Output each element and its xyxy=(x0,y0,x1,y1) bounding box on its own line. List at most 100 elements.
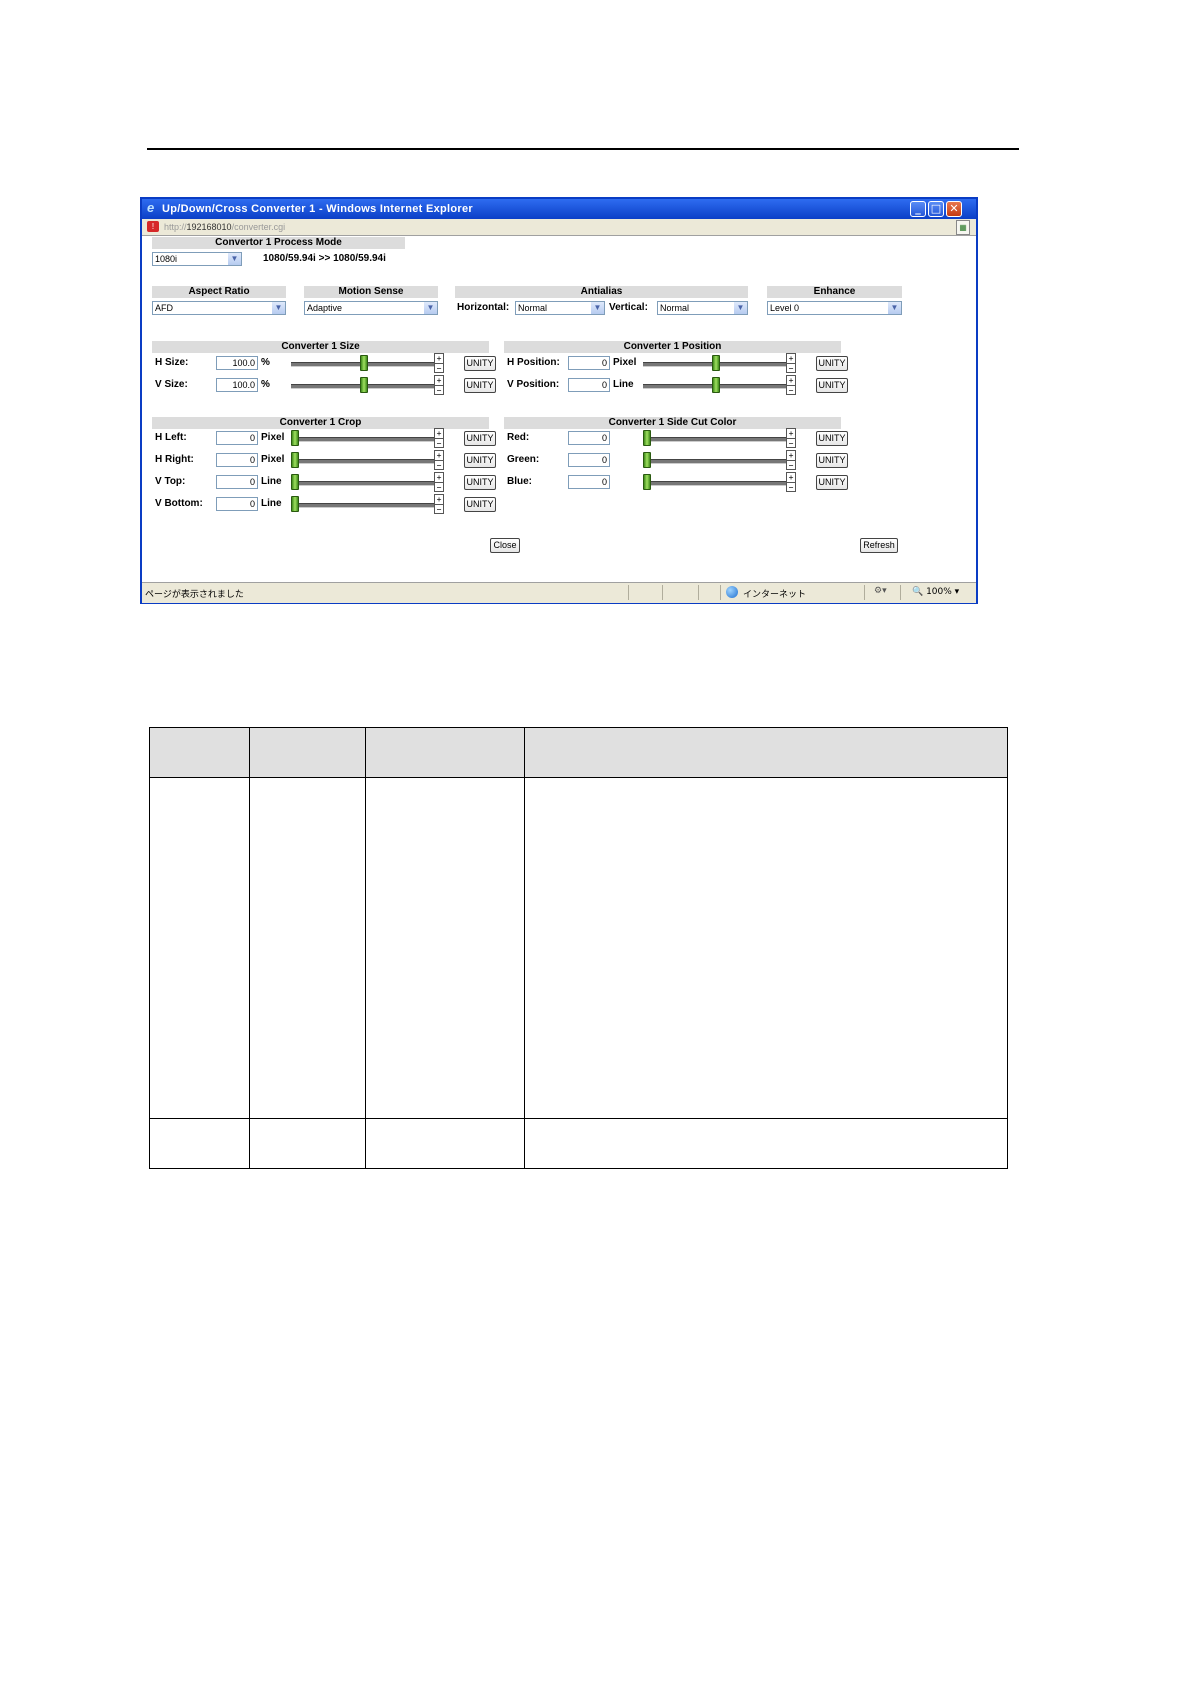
close-window-button[interactable]: ✕ xyxy=(946,201,962,217)
minus-icon[interactable]: − xyxy=(787,460,795,470)
value-input[interactable]: 0 xyxy=(568,475,610,489)
url-text[interactable]: http://192168010/converter.cgi xyxy=(164,222,285,232)
plus-icon[interactable]: + xyxy=(787,376,795,385)
value-input[interactable]: 0 xyxy=(568,356,610,370)
process-mode-info: 1080/59.94i >> 1080/59.94i xyxy=(263,253,386,264)
slider-thumb[interactable] xyxy=(643,430,651,446)
plus-icon[interactable]: + xyxy=(435,495,443,504)
motion-sense-select[interactable]: Adaptive ▼ xyxy=(304,301,438,315)
slider-thumb[interactable] xyxy=(712,355,720,371)
minus-icon[interactable]: − xyxy=(787,438,795,448)
stepper-buttons[interactable]: + − xyxy=(434,472,444,492)
unity-button[interactable]: UNITY xyxy=(816,378,848,393)
plus-icon[interactable]: + xyxy=(787,354,795,363)
slider-thumb[interactable] xyxy=(360,377,368,393)
page-icon[interactable]: ▦ xyxy=(956,220,970,235)
plus-icon[interactable]: + xyxy=(435,354,443,363)
plus-icon[interactable]: + xyxy=(787,473,795,482)
value-input[interactable]: 0 xyxy=(568,453,610,467)
table-row xyxy=(149,777,1008,1119)
minus-icon[interactable]: − xyxy=(435,385,443,395)
slider-thumb[interactable] xyxy=(360,355,368,371)
unity-button[interactable]: UNITY xyxy=(464,453,496,468)
unity-button[interactable]: UNITY xyxy=(816,475,848,490)
slider-thumb[interactable] xyxy=(291,452,299,468)
plus-icon[interactable]: + xyxy=(435,429,443,438)
slider-thumb[interactable] xyxy=(643,452,651,468)
stepper-buttons[interactable]: + − xyxy=(786,375,796,395)
unity-button[interactable]: UNITY xyxy=(464,475,496,490)
unit-label: Line xyxy=(613,379,634,390)
plus-icon[interactable]: + xyxy=(435,451,443,460)
value-input[interactable]: 0 xyxy=(568,431,610,445)
control-label: H Size: xyxy=(155,357,189,368)
maximize-button[interactable]: □ xyxy=(928,201,944,217)
antialias-horizontal-select[interactable]: Normal ▼ xyxy=(515,301,605,315)
slider-track[interactable] xyxy=(643,481,788,486)
position-header: Converter 1 Position xyxy=(504,341,841,353)
slider-thumb[interactable] xyxy=(712,377,720,393)
value-input[interactable]: 0 xyxy=(216,453,258,467)
slider-track[interactable] xyxy=(291,481,436,486)
stepper-buttons[interactable]: + − xyxy=(434,450,444,470)
plus-icon[interactable]: + xyxy=(435,473,443,482)
unity-button[interactable]: UNITY xyxy=(464,431,496,446)
unity-button[interactable]: UNITY xyxy=(464,497,496,512)
minus-icon[interactable]: − xyxy=(435,363,443,373)
process-mode-select[interactable]: 1080i ▼ xyxy=(152,252,242,266)
slider-track[interactable] xyxy=(643,459,788,464)
aspect-ratio-select[interactable]: AFD ▼ xyxy=(152,301,286,315)
slider-thumb[interactable] xyxy=(291,430,299,446)
minimize-button[interactable]: _ xyxy=(910,201,926,217)
stepper-buttons[interactable]: + − xyxy=(434,428,444,448)
antialias-vertical-select[interactable]: Normal ▼ xyxy=(657,301,748,315)
slider-track[interactable] xyxy=(291,459,436,464)
stepper-buttons[interactable]: + − xyxy=(786,353,796,373)
status-divider xyxy=(864,585,865,600)
table-cell xyxy=(365,777,525,1119)
protected-mode-icon[interactable]: ⚙▾ xyxy=(874,586,887,596)
slider-thumb[interactable] xyxy=(291,474,299,490)
slider-thumb[interactable] xyxy=(291,496,299,512)
ie-logo-icon: e xyxy=(147,200,155,215)
table-cell xyxy=(365,1118,525,1169)
zoom-level[interactable]: 🔍 100% ▾ xyxy=(912,587,959,597)
plus-icon[interactable]: + xyxy=(787,451,795,460)
minus-icon[interactable]: − xyxy=(435,504,443,514)
stepper-buttons[interactable]: + − xyxy=(786,472,796,492)
value-input[interactable]: 0 xyxy=(216,475,258,489)
stepper-buttons[interactable]: + − xyxy=(786,428,796,448)
unity-button[interactable]: UNITY xyxy=(464,356,496,371)
slider-thumb[interactable] xyxy=(643,474,651,490)
title-bar[interactable]: e Up/Down/Cross Converter 1 - Windows In… xyxy=(142,199,976,219)
plus-icon[interactable]: + xyxy=(787,429,795,438)
unity-button[interactable]: UNITY xyxy=(816,356,848,371)
stepper-buttons[interactable]: + − xyxy=(786,450,796,470)
enhance-select[interactable]: Level 0 ▼ xyxy=(767,301,902,315)
refresh-button[interactable]: Refresh xyxy=(860,538,898,553)
stepper-buttons[interactable]: + − xyxy=(434,353,444,373)
stepper-buttons[interactable]: + − xyxy=(434,494,444,514)
control-label: H Right: xyxy=(155,454,194,465)
table-cell xyxy=(524,777,1008,1119)
minus-icon[interactable]: − xyxy=(435,460,443,470)
minus-icon[interactable]: − xyxy=(435,438,443,448)
slider-track[interactable] xyxy=(291,437,436,442)
stepper-buttons[interactable]: + − xyxy=(434,375,444,395)
unity-button[interactable]: UNITY xyxy=(816,431,848,446)
value-input[interactable]: 100.0 xyxy=(216,356,258,370)
slider-track[interactable] xyxy=(291,503,436,508)
minus-icon[interactable]: − xyxy=(435,482,443,492)
value-input[interactable]: 100.0 xyxy=(216,378,258,392)
minus-icon[interactable]: − xyxy=(787,363,795,373)
value-input[interactable]: 0 xyxy=(216,431,258,445)
value-input[interactable]: 0 xyxy=(568,378,610,392)
plus-icon[interactable]: + xyxy=(435,376,443,385)
slider-track[interactable] xyxy=(643,437,788,442)
value-input[interactable]: 0 xyxy=(216,497,258,511)
close-button[interactable]: Close xyxy=(490,538,520,553)
unity-button[interactable]: UNITY xyxy=(464,378,496,393)
minus-icon[interactable]: − xyxy=(787,385,795,395)
unity-button[interactable]: UNITY xyxy=(816,453,848,468)
minus-icon[interactable]: − xyxy=(787,482,795,492)
